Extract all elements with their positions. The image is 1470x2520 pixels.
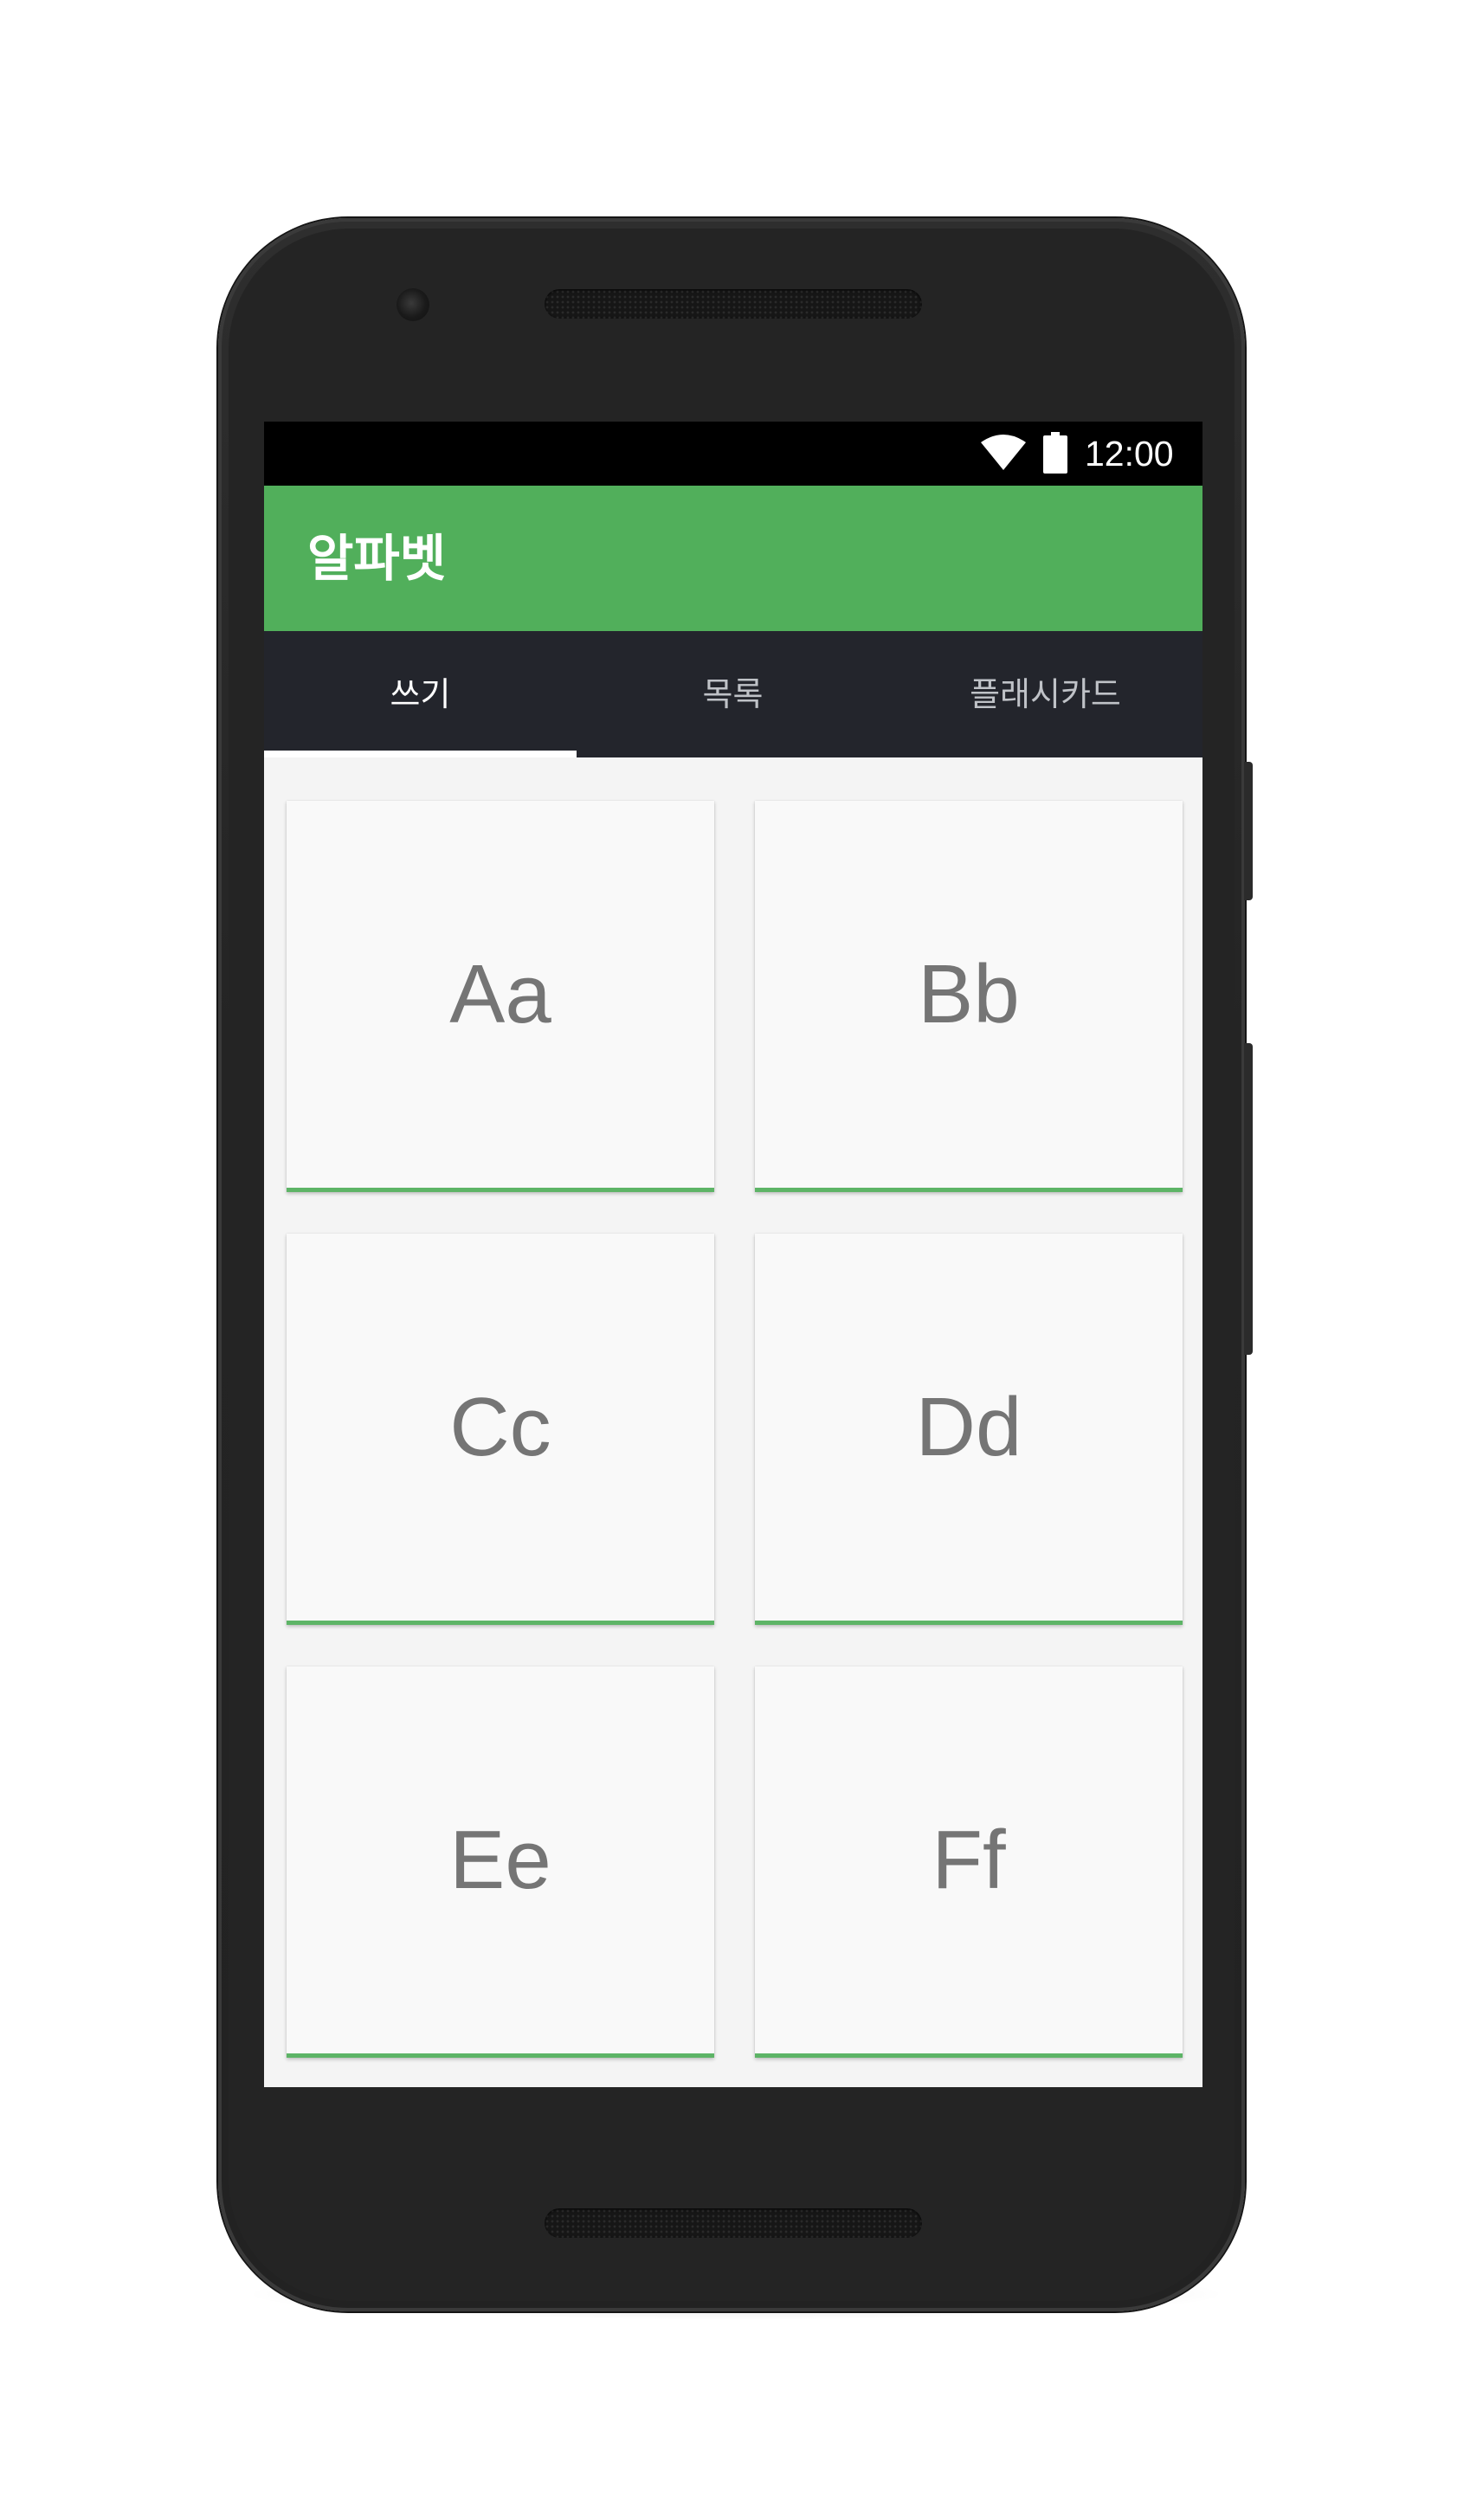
letter-card-label: Ff <box>932 1813 1006 1906</box>
tab-write[interactable]: 쓰기 <box>264 631 577 757</box>
letter-card-b[interactable]: Bb <box>755 801 1183 1192</box>
letter-card-d[interactable]: Dd <box>755 1234 1183 1625</box>
letter-card-label: Aa <box>449 947 551 1041</box>
power-button <box>1244 762 1253 900</box>
tab-bar: 쓰기 목록 플래시카드 <box>264 631 1202 757</box>
letter-card-f[interactable]: Ff <box>755 1666 1183 2058</box>
letter-card-label: Ee <box>449 1813 551 1906</box>
earpiece-speaker <box>545 289 922 319</box>
tab-flashcard[interactable]: 플래시카드 <box>889 631 1202 757</box>
letter-grid: Aa Bb Cc Dd Ee Ff <box>264 757 1202 2087</box>
app-title: 알파벳 <box>307 529 447 588</box>
letter-card-label: Cc <box>449 1380 551 1473</box>
letter-card-e[interactable]: Ee <box>287 1666 714 2058</box>
tab-indicator <box>264 751 577 757</box>
wifi-icon <box>981 435 1026 470</box>
letter-card-label: Bb <box>918 947 1020 1041</box>
phone-screen: 12:00 알파벳 쓰기 목록 플래시카드 Aa Bb Cc Dd Ee Ff <box>264 422 1202 2087</box>
letter-card-label: Dd <box>915 1380 1022 1473</box>
letter-card-c[interactable]: Cc <box>287 1234 714 1625</box>
volume-button <box>1244 1043 1253 1355</box>
front-camera <box>397 288 429 321</box>
battery-icon <box>1043 432 1067 474</box>
app-bar: 알파벳 <box>264 486 1202 631</box>
letter-card-a[interactable]: Aa <box>287 801 714 1192</box>
bottom-speaker <box>545 2208 922 2238</box>
tab-list[interactable]: 목록 <box>577 631 889 757</box>
status-bar: 12:00 <box>264 422 1202 486</box>
status-time: 12:00 <box>1085 434 1174 474</box>
